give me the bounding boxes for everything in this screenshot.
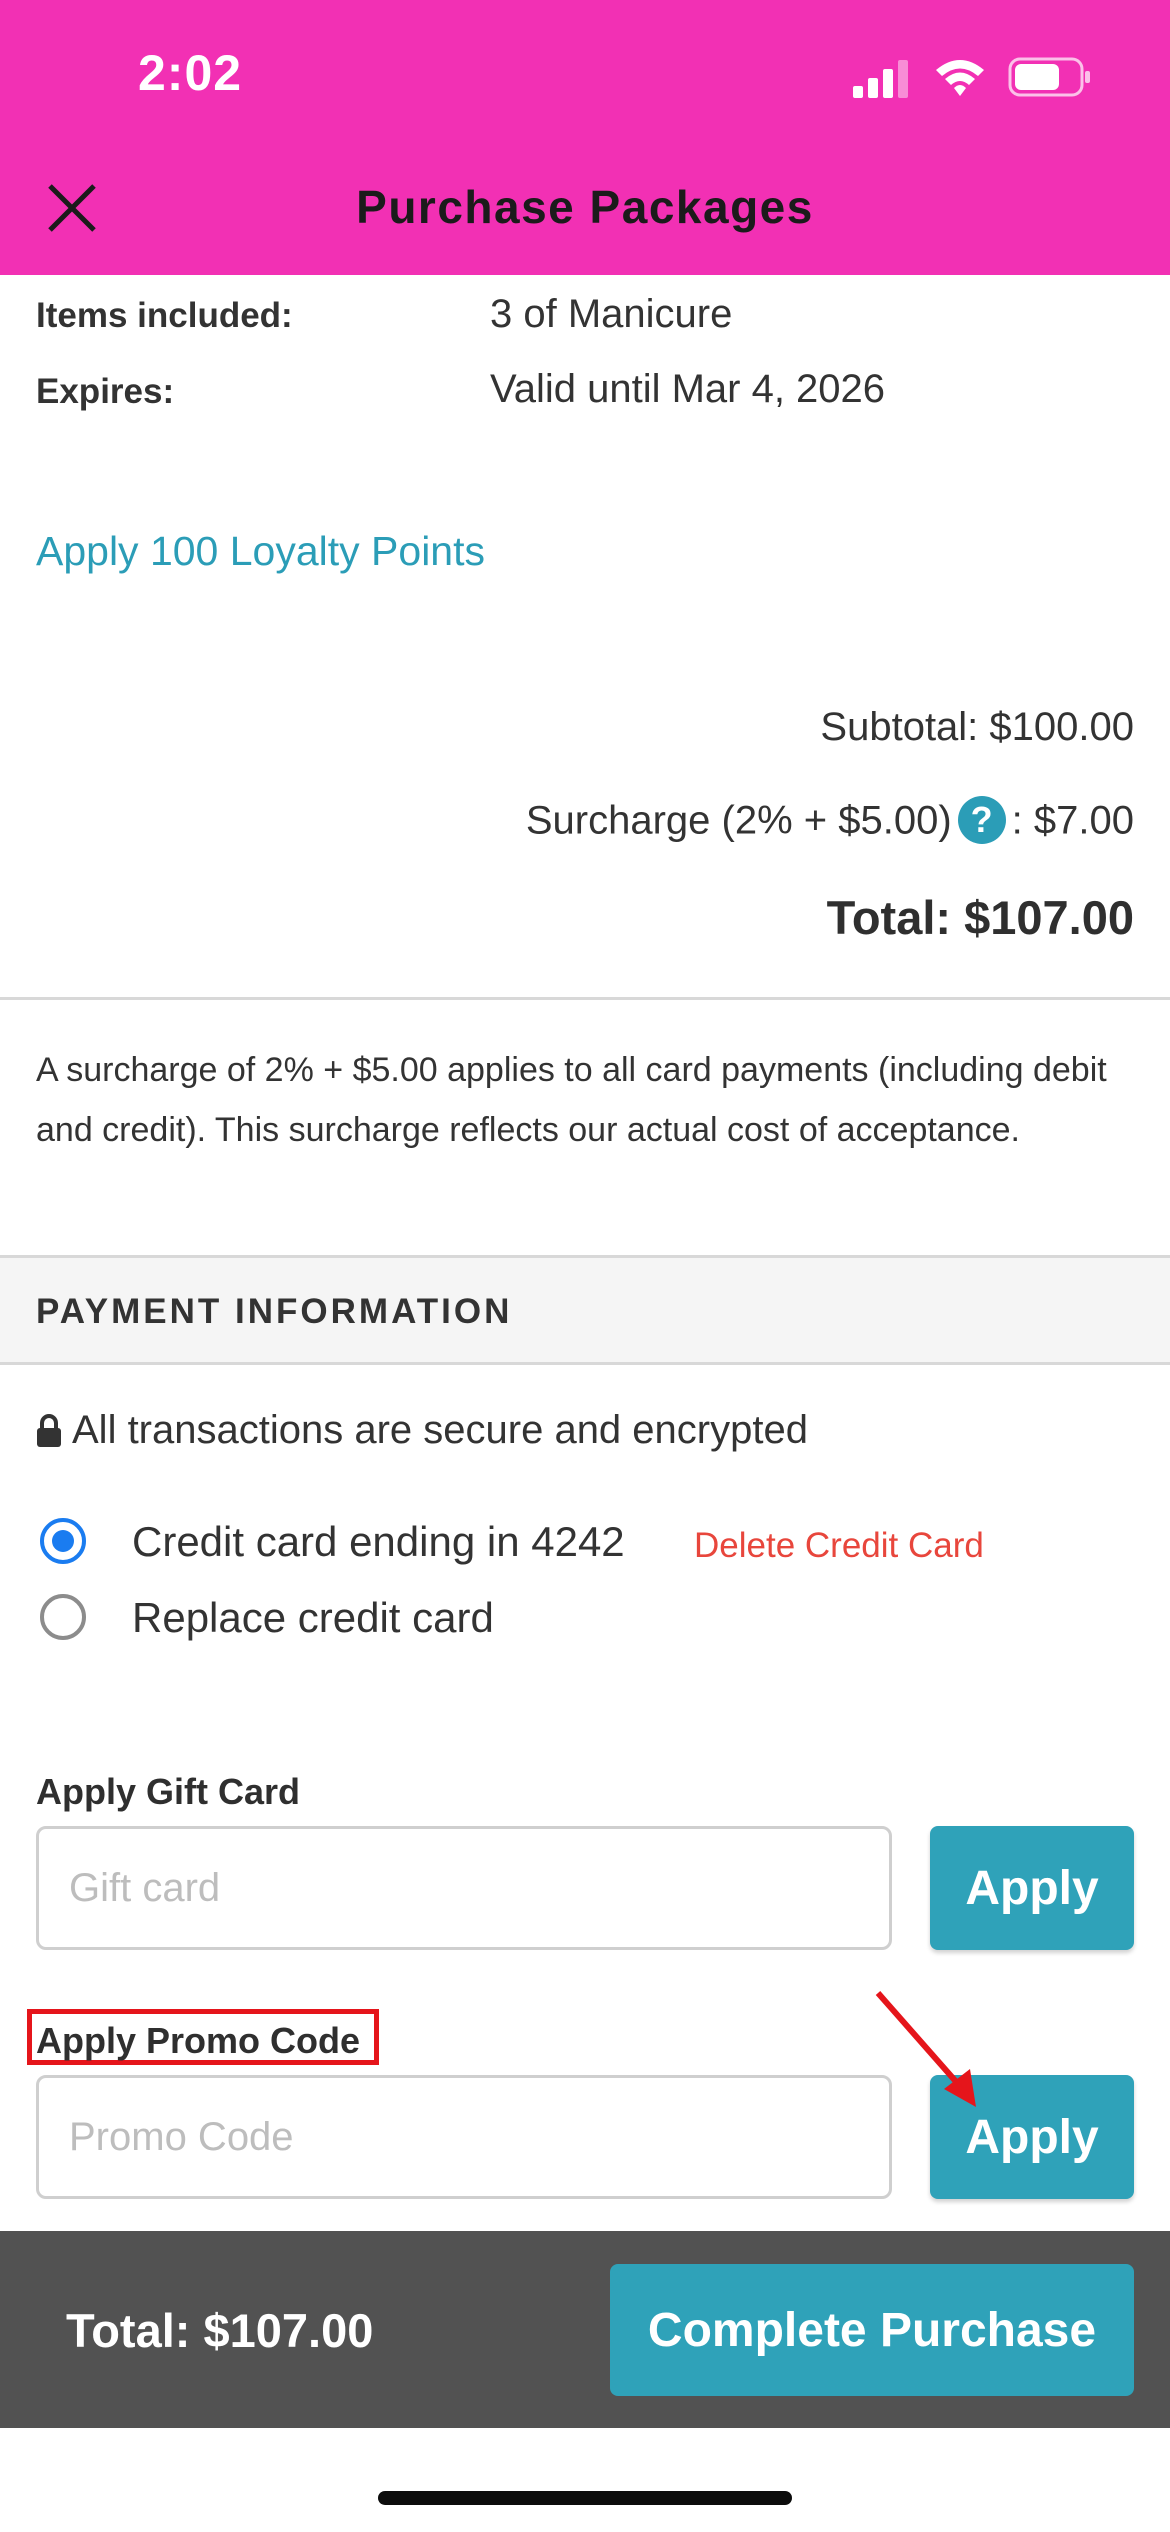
surcharge-row: Surcharge (2% + $5.00)?: $7.00 bbox=[526, 796, 1134, 850]
divider bbox=[0, 997, 1170, 1000]
section-title: PAYMENT INFORMATION bbox=[36, 1292, 513, 1331]
items-included-label: Items included: bbox=[36, 296, 293, 335]
footer-total: Total: $107.00 bbox=[66, 2304, 374, 2357]
page-title: Purchase Packages bbox=[356, 181, 814, 233]
wifi-icon bbox=[936, 60, 984, 96]
cellular-signal-icon bbox=[853, 60, 908, 98]
app-header: 2:02 Purchase Packages bbox=[0, 0, 1170, 275]
order-total: Total: $107.00 bbox=[826, 891, 1134, 944]
existing-card-label[interactable]: Credit card ending in 4242 bbox=[132, 1518, 625, 1566]
secure-notice: All transactions are secure and encrypte… bbox=[36, 1408, 808, 1453]
status-time: 2:02 bbox=[138, 45, 243, 101]
surcharge-notice: A surcharge of 2% + $5.00 applies to all… bbox=[36, 1051, 1107, 1149]
payment-section-header: PAYMENT INFORMATION bbox=[0, 1255, 1170, 1365]
lock-icon bbox=[37, 1413, 61, 1447]
apply-gift-card-button[interactable]: Apply bbox=[930, 1826, 1134, 1950]
promo-code-input[interactable] bbox=[36, 2075, 892, 2199]
surcharge-value: : $7.00 bbox=[1011, 798, 1134, 843]
items-included-value: 3 of Manicure bbox=[490, 292, 733, 336]
radio-existing-card[interactable] bbox=[40, 1518, 86, 1564]
surcharge-label: Surcharge (2% + $5.00) bbox=[525, 798, 952, 843]
apply-loyalty-points-link[interactable]: Apply 100 Loyalty Points bbox=[36, 528, 485, 575]
complete-purchase-button[interactable]: Complete Purchase bbox=[610, 2264, 1134, 2396]
battery-icon bbox=[1008, 57, 1090, 97]
radio-replace-card[interactable] bbox=[40, 1594, 86, 1640]
expires-label: Expires: bbox=[36, 372, 175, 411]
annotation-arrow bbox=[875, 1991, 976, 2107]
gift-card-input[interactable] bbox=[36, 1826, 892, 1950]
checkout-footer: Total: $107.00 Complete Purchase bbox=[0, 2231, 1170, 2428]
replace-card-label[interactable]: Replace credit card bbox=[132, 1594, 494, 1642]
help-icon[interactable]: ? bbox=[957, 796, 1006, 844]
promo-code-label: Apply Promo Code bbox=[36, 2020, 361, 2061]
gift-card-label: Apply Gift Card bbox=[36, 1771, 301, 1812]
subtotal: Subtotal: $100.00 bbox=[820, 705, 1134, 749]
secure-text: All transactions are secure and encrypte… bbox=[72, 1408, 808, 1452]
delete-credit-card-link[interactable]: Delete Credit Card bbox=[694, 1526, 984, 1566]
home-indicator[interactable] bbox=[378, 2491, 792, 2505]
expires-value: Valid until Mar 4, 2026 bbox=[490, 367, 886, 411]
